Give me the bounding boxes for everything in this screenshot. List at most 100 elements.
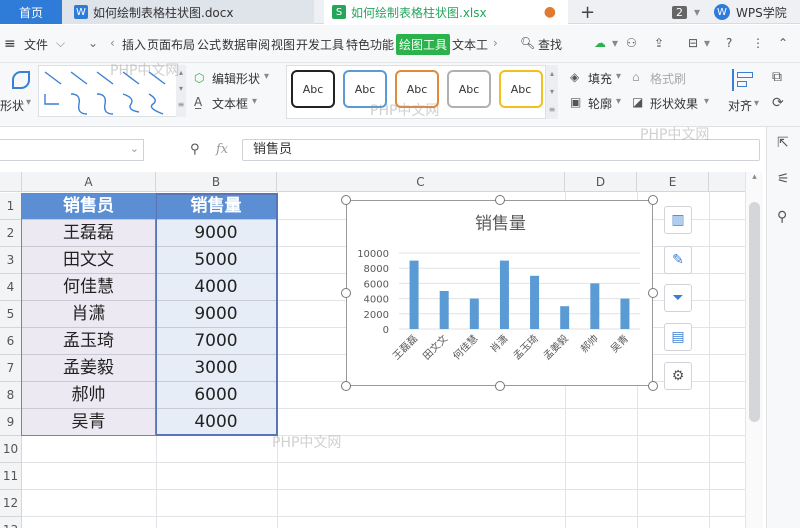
col-header-e[interactable]: E [637, 172, 709, 192]
fill-dropdown-icon[interactable]: ▾ [616, 71, 621, 82]
doc-tab[interactable]: W 如何绘制表格柱状图.docx [62, 0, 314, 24]
row-header-8[interactable]: 8 [0, 382, 22, 409]
resize-handle[interactable] [648, 381, 658, 391]
zoom-formula-icon[interactable]: ⚲ [190, 142, 200, 157]
window-menu-icon[interactable]: ▾ [694, 0, 700, 24]
menu-file[interactable]: 文件 [24, 36, 48, 53]
chart-settings-icon[interactable]: ⚙ [664, 362, 692, 390]
table-cell-name[interactable]: 吴青 [22, 409, 156, 436]
scroll-up-icon[interactable]: ▴ [746, 172, 763, 182]
row-header-3[interactable]: 3 [0, 247, 22, 274]
cloud-sync-icon[interactable]: ☁ [594, 36, 606, 50]
resize-handle[interactable] [648, 288, 658, 298]
shape-effect-dropdown-icon[interactable]: ▾ [704, 96, 709, 107]
chart-style-icon[interactable]: ✎ [664, 246, 692, 274]
header-cell-sales[interactable]: 销售量 [156, 193, 277, 220]
row-header-6[interactable]: 6 [0, 328, 22, 355]
table-cell-name[interactable]: 孟姜毅 [22, 355, 156, 382]
resize-handle[interactable] [648, 195, 658, 205]
table-cell-value[interactable]: 4000 [156, 409, 277, 436]
table-cell-name[interactable]: 孟玉琦 [22, 328, 156, 355]
window-count[interactable]: 2 [672, 0, 687, 24]
style-option-4[interactable]: Abc [447, 70, 491, 108]
table-cell-value[interactable]: 9000 [156, 301, 277, 328]
row-header-11[interactable]: 11 [0, 463, 22, 490]
edit-shape-button[interactable]: 编辑形状 [212, 70, 260, 87]
text-box-dropdown-icon[interactable]: ▾ [252, 96, 257, 107]
resize-handle[interactable] [341, 288, 351, 298]
table-cell-value[interactable]: 7000 [156, 328, 277, 355]
header-cell-salesperson[interactable]: 销售员 [22, 193, 156, 220]
help-icon[interactable]: ? [726, 36, 732, 50]
menu-text-tools[interactable]: 文本工 [452, 36, 488, 53]
menu-insert[interactable]: 插入 [122, 36, 146, 53]
menu-data[interactable]: 数据 [222, 36, 246, 53]
style-gallery-scroll[interactable]: ▴ ▾ ≡ [546, 65, 558, 119]
table-cell-name[interactable]: 何佳慧 [22, 274, 156, 301]
file-dropdown-icon[interactable]: ⌵ [56, 36, 65, 51]
fill-button[interactable]: 填充 [588, 70, 612, 87]
chart-filter-icon[interactable]: ⏷ [664, 284, 692, 312]
resize-handle[interactable] [341, 381, 351, 391]
user-icon[interactable]: ⚇ [626, 36, 637, 50]
group-icon[interactable]: ⧉ [772, 69, 782, 85]
chart-layout-icon[interactable]: ▤ [664, 323, 692, 351]
edit-shape-dropdown-icon[interactable]: ▾ [264, 71, 269, 82]
hamburger-icon[interactable]: ≡ [4, 36, 16, 52]
table-cell-name[interactable]: 肖潇 [22, 301, 156, 328]
search-icon[interactable]: 🔍︎ [520, 36, 535, 50]
toolbox-dropdown-icon[interactable]: ▾ [704, 36, 710, 50]
col-header-b[interactable]: B [156, 172, 277, 192]
name-box[interactable]: ⌄ [0, 139, 144, 161]
unsaved-dot-icon[interactable]: ● [544, 4, 556, 20]
row-header-7[interactable]: 7 [0, 355, 22, 382]
shape-tool[interactable]: 形状 ▾ [0, 67, 38, 119]
format-brush-button[interactable]: 格式刷 [650, 70, 686, 87]
zoom-panel-icon[interactable]: ⚲ [777, 209, 787, 225]
align-button[interactable]: 对齐 [728, 97, 752, 114]
align-dropdown-icon[interactable]: ▾ [754, 98, 759, 109]
table-cell-value[interactable]: 6000 [156, 382, 277, 409]
row-header-10[interactable]: 10 [0, 436, 22, 463]
properties-icon[interactable]: ⚟ [777, 171, 790, 187]
share-icon[interactable]: ⇪ [654, 36, 664, 50]
table-cell-name[interactable]: 郝帅 [22, 382, 156, 409]
rotate-icon[interactable]: ⟳ [772, 95, 784, 111]
scroll-left-icon[interactable]: ‹ [110, 36, 115, 50]
menu-drawing-tools[interactable]: 绘图工具 [396, 34, 451, 55]
menu-dev-tools[interactable]: 开发工具 [296, 36, 344, 53]
collapse-ribbon-icon[interactable]: ⌃ [778, 36, 788, 50]
row-header-2[interactable]: 2 [0, 220, 22, 247]
menu-view[interactable]: 视图 [271, 36, 295, 53]
brand-label[interactable]: WPS学院 [736, 4, 787, 21]
table-cell-value[interactable]: 3000 [156, 355, 277, 382]
shape-effect-button[interactable]: 形状效果 [650, 95, 698, 112]
name-box-dropdown-icon[interactable]: ⌄ [130, 142, 139, 155]
scroll-right-icon[interactable]: › [493, 36, 498, 50]
select-pointer-icon[interactable]: ⇱ [777, 135, 789, 151]
resize-handle[interactable] [494, 195, 505, 205]
scroll-thumb[interactable] [749, 202, 760, 422]
search-label[interactable]: 查找 [538, 36, 562, 53]
home-tab[interactable]: 首页 [0, 0, 62, 24]
col-header-c[interactable]: C [277, 172, 565, 192]
cloud-dropdown-icon[interactable]: ▾ [612, 36, 618, 50]
row-header-13[interactable]: 13 [0, 517, 22, 528]
col-header-a[interactable]: A [22, 172, 156, 192]
table-cell-value[interactable]: 5000 [156, 247, 277, 274]
table-cell-value[interactable]: 4000 [156, 274, 277, 301]
toolbox-icon[interactable]: ⊟ [688, 36, 698, 50]
style-option-5[interactable]: Abc [499, 70, 543, 108]
menu-review[interactable]: 审阅 [246, 36, 270, 53]
table-cell-name[interactable]: 王磊磊 [22, 220, 156, 247]
row-header-1[interactable]: 1 [0, 193, 22, 220]
row-header-12[interactable]: 12 [0, 490, 22, 517]
chart-elements-icon[interactable]: ▥ [664, 206, 692, 234]
vertical-scrollbar[interactable]: ▴ [745, 172, 763, 528]
menu-page-layout[interactable]: 页面布局 [147, 36, 195, 53]
table-cell-value[interactable]: 9000 [156, 220, 277, 247]
row-header-9[interactable]: 9 [0, 409, 22, 436]
bar-chart[interactable]: 销售量 0 2000 4000 6000 8000 10000 王磊磊 田文文 何佳慧 肖潇 孟玉琦孟… [346, 200, 653, 386]
xls-tab[interactable]: S 如何绘制表格柱状图.xlsx ● [324, 0, 568, 24]
menu-formula[interactable]: 公式 [197, 36, 221, 53]
